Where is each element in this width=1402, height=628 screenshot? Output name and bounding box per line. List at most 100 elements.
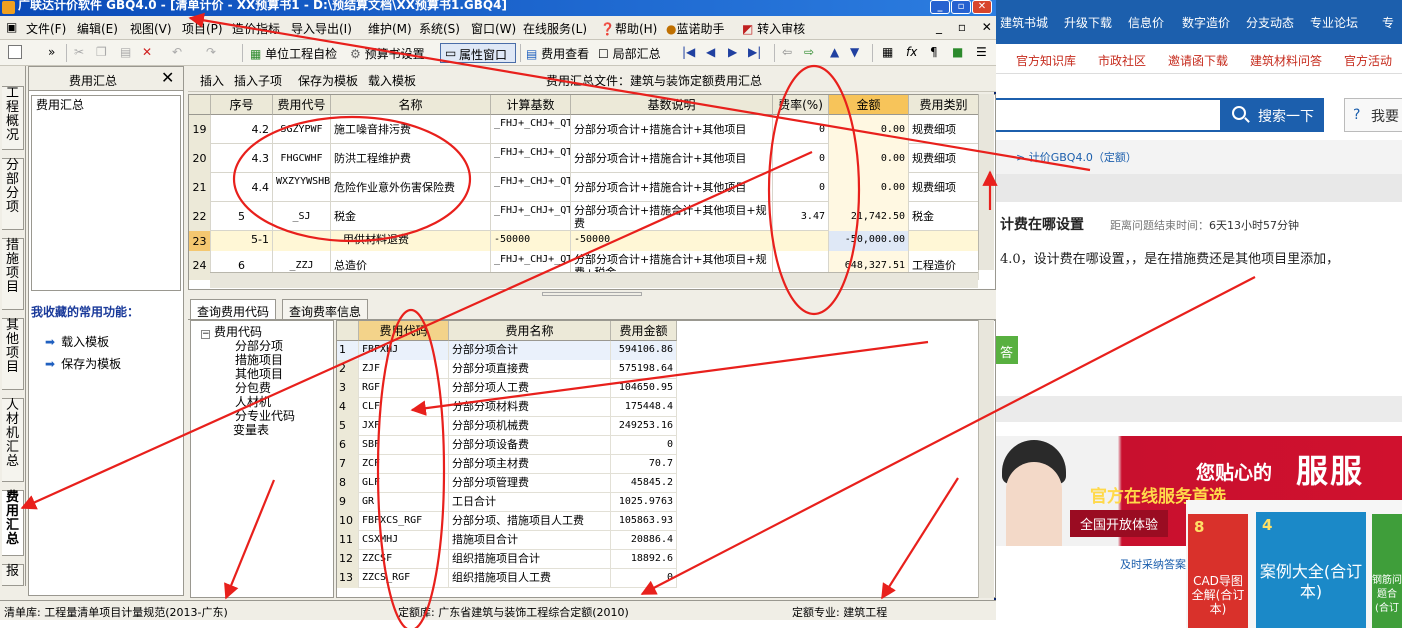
close-button[interactable]: ✕ (972, 0, 992, 14)
cell-base[interactable]: -50000 (491, 231, 571, 251)
tree-node-fee-summary[interactable]: 费用汇总 (36, 96, 84, 113)
web-search-input[interactable] (996, 98, 1222, 132)
cell-amount[interactable]: 45845.2 (611, 474, 677, 493)
web-nav-item[interactable]: 信息价 (1128, 14, 1164, 31)
cell-name[interactable]: 分部分项直接费 (449, 360, 611, 379)
cell-code[interactable]: JXF (359, 417, 449, 436)
new-file-icon[interactable] (8, 45, 22, 59)
splitter-grip[interactable] (542, 292, 642, 296)
book-card[interactable]: 8 CAD导图全解(合订本) (1188, 514, 1248, 628)
cell-desc[interactable]: 分部分项合计+措施合计+其他项目 (571, 144, 773, 173)
table-row[interactable]: 2 ZJF 分部分项直接费 575198.64 (337, 360, 677, 379)
tab-items[interactable]: 分部分项 (2, 158, 24, 230)
minimize-button[interactable]: _ (930, 0, 950, 14)
insert-child-button[interactable]: 插入子项 (234, 72, 282, 89)
cell-rate[interactable]: 0 (773, 173, 829, 202)
tab-measures[interactable]: 措施项目 (2, 238, 24, 310)
menu-cost-index[interactable]: 造价指标 (232, 20, 280, 37)
table-row[interactable]: 7 ZCF 分部分项主材费 70.7 (337, 455, 677, 474)
menu-window[interactable]: 窗口(W) (471, 20, 516, 37)
list-icon[interactable]: ☰ (976, 45, 987, 59)
cell-name[interactable]: 税金 (331, 202, 491, 231)
cell-rate[interactable] (773, 231, 829, 251)
move-up-icon[interactable]: ▲ (830, 45, 839, 59)
cell-amount[interactable]: 175448.4 (611, 398, 677, 417)
cell-name[interactable]: 甲供材料退费 (331, 231, 491, 251)
fav-load-template[interactable]: ➡ 载入模板 (45, 333, 109, 350)
cell-amount[interactable]: 20886.4 (611, 531, 677, 550)
undo-icon[interactable]: ↶ (172, 45, 182, 59)
cell-name[interactable]: 分部分项材料费 (449, 398, 611, 417)
cell-name[interactable]: 防洪工程维护费 (331, 144, 491, 173)
cell-code[interactable]: WXZYYWSHBXF (273, 173, 331, 202)
cell-seq[interactable]: 4.3 (211, 144, 273, 173)
table-row[interactable]: 19 4.2 SGZYPWF 施工噪音排污费 _FHJ+_CHJ+_QTXM 分… (189, 115, 979, 144)
move-down-icon[interactable]: ▼ (850, 45, 859, 59)
cell-name[interactable]: 工日合计 (449, 493, 611, 512)
web-sub-item[interactable]: 邀请函下载 (1168, 52, 1228, 69)
web-breadcrumb-text[interactable]: > 计价GBQ4.0（定额） (1016, 149, 1137, 165)
cell-amount[interactable]: 594106.86 (611, 341, 677, 360)
cell-code[interactable]: ZZCSF (359, 550, 449, 569)
menu-view[interactable]: 视图(V) (130, 20, 172, 37)
cell-desc[interactable]: 分部分项合计+措施合计+其他项目+规费 (571, 202, 773, 231)
web-ask-button[interactable]: ? 我要 (1344, 98, 1402, 132)
self-check-button[interactable]: ▦ 单位工程自检 (250, 45, 337, 62)
cell-amount[interactable]: 575198.64 (611, 360, 677, 379)
tab-query-fee-code[interactable]: 查询费用代码 (190, 299, 277, 319)
table-row[interactable]: 12 ZZCSF 组织措施项目合计 18892.6 (337, 550, 677, 569)
tab-report[interactable]: 报 (2, 564, 24, 586)
cell-amount[interactable]: 0.00 (829, 173, 909, 202)
cell-type[interactable]: 规费细项 (909, 144, 979, 173)
table-header[interactable]: 费用代码 (359, 321, 449, 341)
cell-amount[interactable]: 0.00 (829, 115, 909, 144)
cell-rate[interactable]: 0 (773, 144, 829, 173)
cell-base[interactable]: _FHJ+_CHJ+_QTXM (491, 173, 571, 202)
cell-rate[interactable]: 0 (773, 115, 829, 144)
redo-icon[interactable]: ↷ (206, 45, 216, 59)
web-sub-item[interactable]: 官方活动 (1344, 52, 1392, 69)
cell-amount[interactable]: 21,742.50 (829, 202, 909, 231)
load-template-button[interactable]: 载入模板 (368, 72, 416, 89)
last-record-icon[interactable]: ▶| (748, 45, 761, 59)
maximize-button[interactable]: ▫ (951, 0, 971, 14)
calculator-icon[interactable]: ▦ (882, 45, 893, 59)
code-table-scrollbar[interactable] (978, 320, 994, 598)
cell-name[interactable]: 组织措施项目人工费 (449, 569, 611, 588)
toolbar-overflow-icon[interactable]: » (48, 45, 55, 59)
cell-amount[interactable]: 70.7 (611, 455, 677, 474)
collapse-icon[interactable]: − (201, 330, 210, 339)
menu-system[interactable]: 系统(S) (419, 20, 460, 37)
cell-code[interactable]: GR (359, 493, 449, 512)
cell-type[interactable] (909, 231, 979, 251)
cell-name[interactable]: 分部分项主材费 (449, 455, 611, 474)
prev-record-icon[interactable]: ◀ (706, 45, 715, 59)
menu-edit[interactable]: 编辑(E) (77, 20, 118, 37)
cell-name[interactable]: 组织措施项目合计 (449, 550, 611, 569)
web-nav-item[interactable]: 升级下载 (1064, 14, 1112, 31)
web-nav-item[interactable]: 专 (1382, 14, 1394, 31)
table-row[interactable]: 23 5-1 甲供材料退费 -50000 -50000 -50,000.00 (189, 231, 979, 251)
cell-name[interactable]: 措施项目合计 (449, 531, 611, 550)
table-row[interactable]: 9 GR 工日合计 1025.9763 (337, 493, 677, 512)
grid-header[interactable]: 名称 (331, 95, 491, 115)
cell-code[interactable] (273, 231, 331, 251)
tab-fee-summary[interactable]: 费用汇总 (2, 490, 24, 556)
menu-help[interactable]: ❓帮助(H) (600, 20, 657, 37)
move-right-icon[interactable]: ⇨ (804, 45, 814, 59)
web-nav-item[interactable]: 专业论坛 (1310, 14, 1358, 31)
title-bar[interactable]: 广联达计价软件 GBQ4.0 - [清单计价 - XX预算书1 - D:\预结算… (0, 0, 996, 16)
cell-amount[interactable]: 104650.95 (611, 379, 677, 398)
menu-maintain[interactable]: 维护(M) (368, 20, 412, 37)
cell-type[interactable]: 规费细项 (909, 115, 979, 144)
first-record-icon[interactable]: |◀ (682, 45, 695, 59)
attribute-window-button[interactable]: ▭ 属性窗口 (440, 43, 516, 63)
cell-name[interactable]: 分部分项、措施项目人工费 (449, 512, 611, 531)
move-left-icon[interactable]: ⇦ (782, 45, 792, 59)
web-search-button[interactable]: 搜索一下 (1220, 98, 1324, 132)
next-record-icon[interactable]: ▶ (728, 45, 737, 59)
grid-header[interactable]: 基数说明 (571, 95, 773, 115)
cell-name[interactable]: 分部分项机械费 (449, 417, 611, 436)
cell-desc[interactable]: 分部分项合计+措施合计+其他项目 (571, 173, 773, 202)
table-row[interactable]: 10 FBFXCS_RGF 分部分项、措施项目人工费 105863.93 (337, 512, 677, 531)
